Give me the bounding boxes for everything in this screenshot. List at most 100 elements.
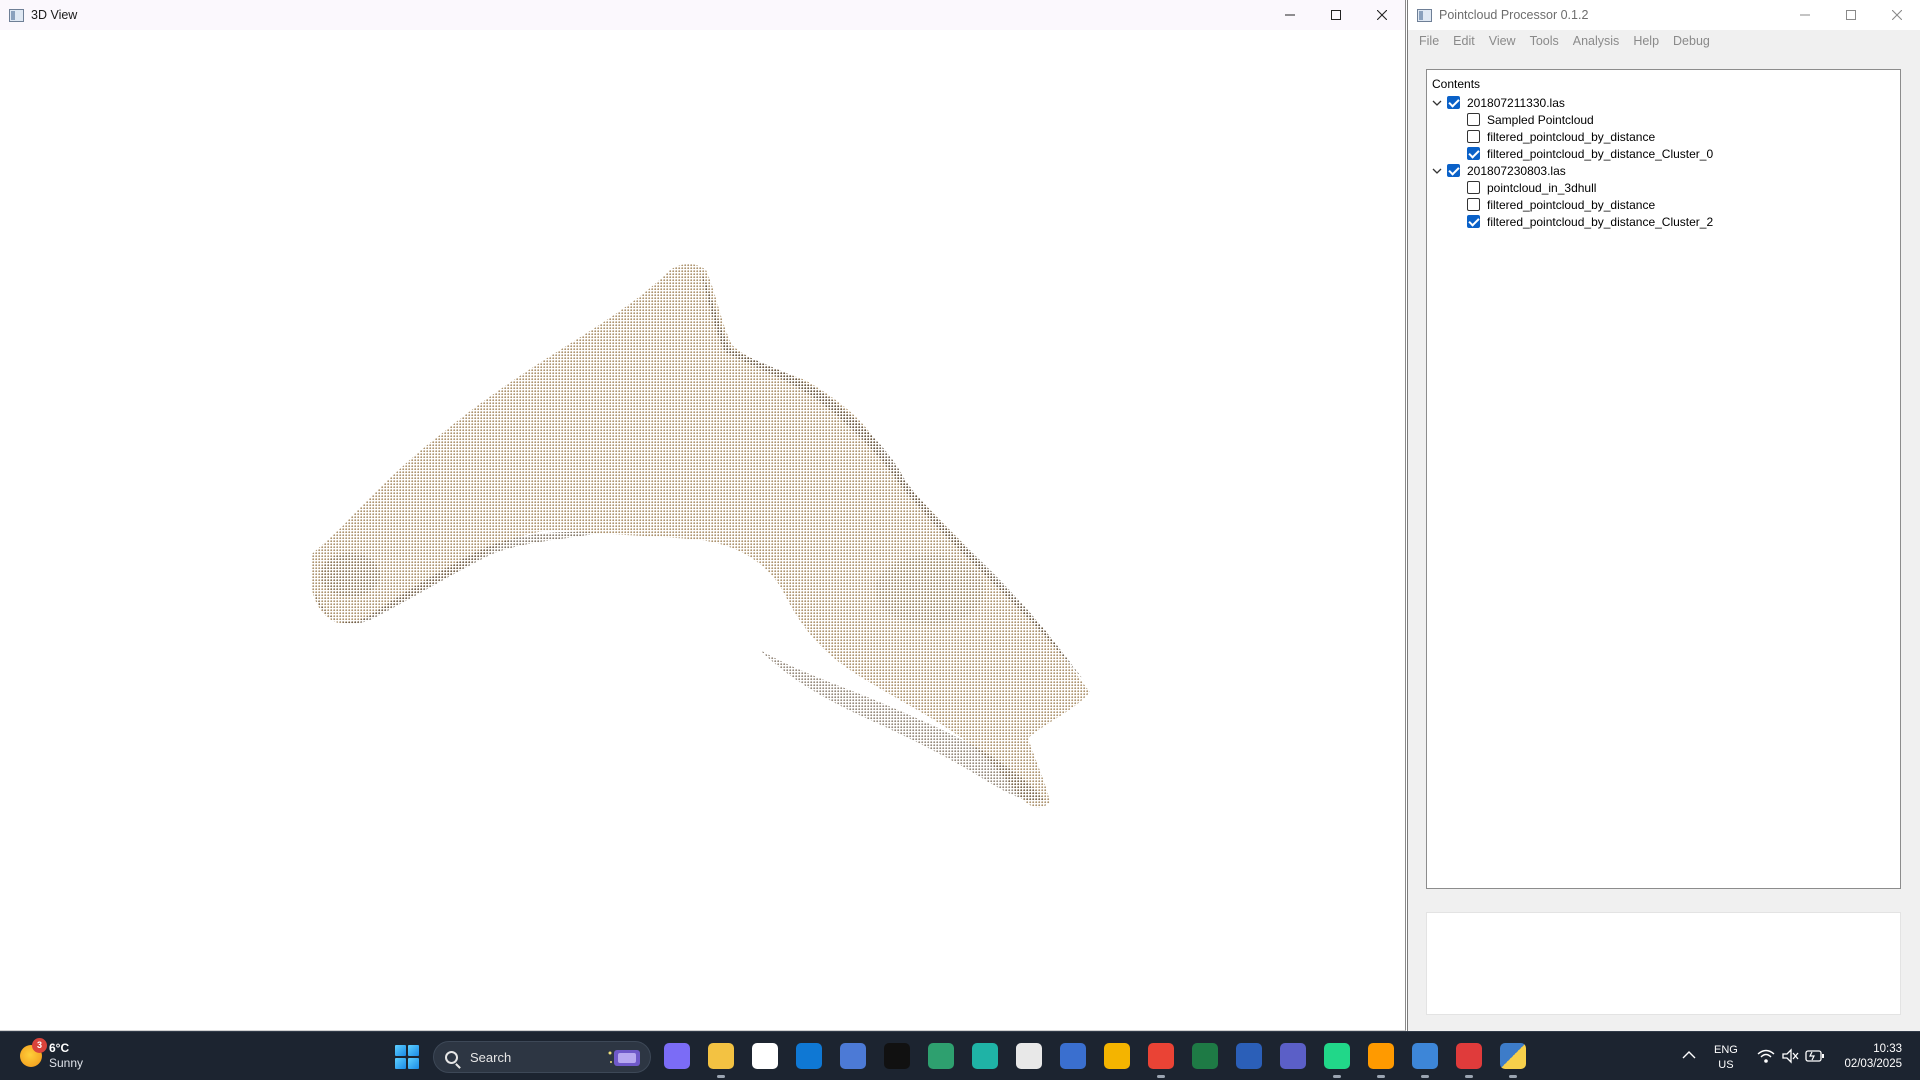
clock-time: 10:33 (1873, 1043, 1902, 1055)
3d-viewport[interactable] (0, 30, 1406, 1031)
maximize-icon (1331, 10, 1341, 20)
microsoft-store-icon[interactable] (752, 1043, 778, 1069)
word-icon[interactable] (1236, 1043, 1262, 1069)
chrome-icon[interactable] (1148, 1043, 1174, 1069)
tree-checkbox[interactable] (1467, 147, 1480, 160)
wifi-icon[interactable] (1757, 1048, 1775, 1064)
virtualbox-icon[interactable] (840, 1043, 866, 1069)
minimize-icon (1800, 14, 1810, 16)
outlook-icon[interactable] (796, 1043, 822, 1069)
chatgpt-icon[interactable] (928, 1043, 954, 1069)
snipping-tool-icon[interactable] (1456, 1043, 1482, 1069)
tree-item-file[interactable]: 201807211330.las (1427, 94, 1900, 111)
menu-analysis[interactable]: Analysis (1566, 34, 1627, 48)
minimize-button[interactable] (1267, 0, 1313, 30)
menu-file[interactable]: File (1412, 34, 1446, 48)
tree-item-label: filtered_pointcloud_by_distance (1487, 129, 1656, 144)
volume-muted-icon[interactable] (1781, 1048, 1799, 1064)
3d-view-titlebar[interactable]: 3D View (0, 0, 1405, 30)
tree-item-layer[interactable]: filtered_pointcloud_by_distance (1427, 128, 1900, 145)
tree-checkbox[interactable] (1467, 198, 1480, 211)
tree-checkbox[interactable] (1467, 130, 1480, 143)
python-icon[interactable] (1500, 1043, 1526, 1069)
battery-icon[interactable] (1805, 1049, 1825, 1063)
running-indicator (1421, 1075, 1429, 1078)
terminal-icon[interactable] (884, 1043, 910, 1069)
menu-tools[interactable]: Tools (1523, 34, 1566, 48)
tree-checkbox[interactable] (1447, 96, 1460, 109)
start-button[interactable] (395, 1045, 419, 1069)
tree-item-layer[interactable]: filtered_pointcloud_by_distance_Cluster_… (1427, 213, 1900, 230)
running-indicator (1377, 1075, 1385, 1078)
edge-icon[interactable] (972, 1043, 998, 1069)
tree-checkbox[interactable] (1467, 113, 1480, 126)
window-title: 3D View (31, 8, 78, 22)
close-button[interactable] (1359, 0, 1405, 30)
system-clock[interactable]: 10:33 02/03/2025 (1844, 1042, 1902, 1072)
menu-edit[interactable]: Edit (1446, 34, 1482, 48)
minimize-button[interactable] (1782, 0, 1828, 30)
maximize-button[interactable] (1828, 0, 1874, 30)
close-icon (1892, 10, 1902, 20)
region-code: US (1718, 1059, 1734, 1071)
app-window-icon (9, 8, 24, 22)
tree-item-label: pointcloud_in_3dhull (1487, 180, 1597, 195)
input-language[interactable]: ENG US (1714, 1043, 1738, 1073)
tree-item-layer[interactable]: filtered_pointcloud_by_distance (1427, 196, 1900, 213)
contents-tree: 201807211330.las Sampled Pointcloud filter… (1427, 94, 1900, 230)
window-title: Pointcloud Processor 0.1.2 (1439, 8, 1589, 22)
output-panel[interactable] (1426, 912, 1901, 1015)
pycharm-icon[interactable] (1324, 1043, 1350, 1069)
brave-icon[interactable] (1104, 1043, 1130, 1069)
remote-desktop-icon[interactable] (1060, 1043, 1086, 1069)
weather-condition: Sunny (49, 1056, 84, 1070)
menu-bar: File Edit View Tools Analysis Help Debug (1408, 30, 1920, 52)
chevron-up-icon[interactable] (1682, 1050, 1696, 1060)
chevron-down-icon[interactable] (1432, 98, 1442, 108)
inkscape-icon[interactable] (1412, 1043, 1438, 1069)
tree-item-layer[interactable]: filtered_pointcloud_by_distance_Cluster_… (1427, 145, 1900, 162)
search-highlight-icon (608, 1050, 640, 1066)
contents-header: Contents (1432, 77, 1481, 91)
close-button[interactable] (1874, 0, 1920, 30)
tree-checkbox[interactable] (1447, 164, 1460, 177)
excel-icon[interactable] (1192, 1043, 1218, 1069)
3d-view-window[interactable]: 3D View (0, 0, 1406, 1031)
teams-icon[interactable] (1280, 1043, 1306, 1069)
tree-item-layer[interactable]: Sampled Pointcloud (1427, 111, 1900, 128)
weather-widget[interactable]: 3 6°C Sunny (20, 1038, 84, 1071)
maximize-button[interactable] (1313, 0, 1359, 30)
pointcloud-render[interactable] (0, 30, 1406, 1031)
running-indicator (717, 1075, 725, 1078)
tree-item-label: 201807230803.las (1467, 163, 1566, 178)
tree-item-layer[interactable]: pointcloud_in_3dhull (1427, 179, 1900, 196)
tree-checkbox[interactable] (1467, 181, 1480, 194)
app-window-icon (1417, 8, 1432, 22)
contents-tree-panel[interactable]: Contents 201807211330.las Sampled Pointcl… (1426, 69, 1901, 889)
maximize-icon (1846, 10, 1856, 20)
notification-badge: 3 (32, 1038, 47, 1053)
tree-item-file[interactable]: 201807230803.las (1427, 162, 1900, 179)
chevron-down-icon[interactable] (1432, 166, 1442, 176)
running-indicator (1465, 1075, 1473, 1078)
tree-item-label: filtered_pointcloud_by_distance_Cluster_… (1487, 146, 1714, 161)
tree-item-label: Sampled Pointcloud (1487, 112, 1594, 127)
taskbar-search[interactable]: Search (433, 1041, 651, 1073)
running-indicator (1333, 1075, 1341, 1078)
sun-icon: 3 (20, 1038, 47, 1067)
menu-help[interactable]: Help (1626, 34, 1666, 48)
tree-item-label: filtered_pointcloud_by_distance_Cluster_… (1487, 214, 1714, 229)
processor-titlebar[interactable]: Pointcloud Processor 0.1.2 (1408, 0, 1920, 30)
pointcloud-processor-window[interactable]: Pointcloud Processor 0.1.2 File Edit Vie… (1407, 0, 1920, 1031)
close-icon (1377, 10, 1387, 20)
minimize-icon (1285, 14, 1295, 16)
tree-checkbox[interactable] (1467, 215, 1480, 228)
copilot-icon[interactable] (664, 1043, 690, 1069)
file-explorer-icon[interactable] (708, 1043, 734, 1069)
taskbar: 3 6°C Sunny Search ENG US 10:33 02/03/20… (0, 1031, 1920, 1080)
menu-debug[interactable]: Debug (1666, 34, 1717, 48)
sketch-app-icon[interactable] (1016, 1043, 1042, 1069)
illustrator-icon[interactable] (1368, 1043, 1394, 1069)
windows-logo-icon (395, 1045, 406, 1056)
menu-view[interactable]: View (1482, 34, 1523, 48)
